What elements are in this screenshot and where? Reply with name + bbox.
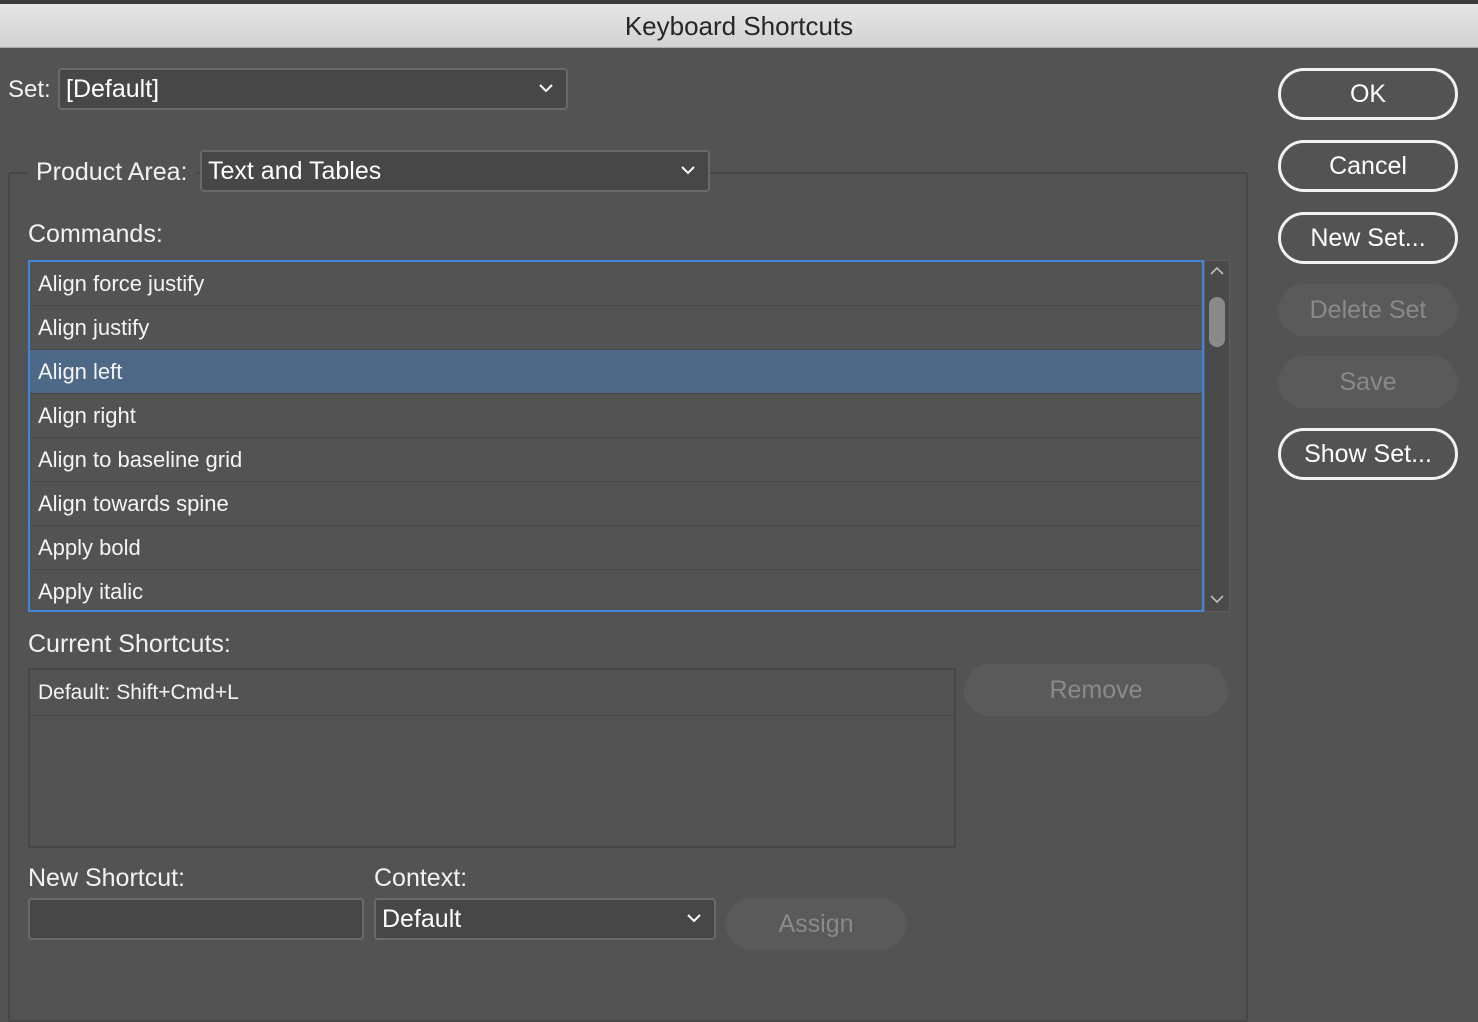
list-item[interactable]: Align to baseline grid: [30, 438, 1202, 482]
list-item[interactable]: Apply italic: [30, 570, 1202, 610]
remove-button[interactable]: Remove: [964, 664, 1228, 716]
scrollbar-thumb[interactable]: [1209, 297, 1225, 347]
chevron-down-icon: [681, 166, 695, 175]
window-titlebar: Keyboard Shortcuts: [0, 0, 1478, 48]
context-select[interactable]: Default: [374, 898, 716, 940]
context-label: Context:: [374, 864, 468, 892]
current-shortcuts-label: Current Shortcuts:: [28, 630, 231, 658]
new-shortcut-label: New Shortcut:: [28, 864, 186, 892]
new-set-button[interactable]: New Set...: [1278, 212, 1458, 264]
commands-label: Commands:: [28, 220, 163, 248]
scroll-up-icon[interactable]: [1210, 267, 1224, 275]
set-select[interactable]: [Default]: [58, 68, 568, 110]
delete-set-button[interactable]: Delete Set: [1278, 284, 1458, 336]
list-item-selected[interactable]: Align left: [30, 350, 1202, 394]
commands-scrollbar[interactable]: [1204, 260, 1230, 612]
list-item[interactable]: Apply bold: [30, 526, 1202, 570]
ok-button[interactable]: OK: [1278, 68, 1458, 120]
scroll-down-icon[interactable]: [1210, 595, 1224, 603]
context-select-value: Default: [382, 904, 462, 933]
cancel-button[interactable]: Cancel: [1278, 140, 1458, 192]
chevron-down-icon: [687, 914, 701, 923]
set-label: Set:: [8, 76, 51, 103]
product-area-label: Product Area:: [28, 158, 196, 187]
list-item[interactable]: Align force justify: [30, 262, 1202, 306]
set-select-value: [Default]: [66, 74, 160, 103]
current-shortcuts-list[interactable]: Default: Shift+Cmd+L: [28, 668, 956, 848]
assign-button[interactable]: Assign: [726, 898, 906, 950]
list-item[interactable]: Align justify: [30, 306, 1202, 350]
list-item[interactable]: Align right: [30, 394, 1202, 438]
save-button[interactable]: Save: [1278, 356, 1458, 408]
commands-list[interactable]: Align force justify Align justify Align …: [28, 260, 1204, 612]
list-item[interactable]: Default: Shift+Cmd+L: [30, 670, 954, 716]
new-shortcut-input[interactable]: [28, 898, 364, 940]
product-area-select[interactable]: Text and Tables: [200, 150, 710, 192]
chevron-down-icon: [539, 84, 553, 93]
show-set-button[interactable]: Show Set...: [1278, 428, 1458, 480]
product-area-select-value: Text and Tables: [208, 156, 382, 185]
list-item[interactable]: Align towards spine: [30, 482, 1202, 526]
background-window-strip: [0, 0, 1478, 4]
window-title: Keyboard Shortcuts: [624, 11, 854, 41]
